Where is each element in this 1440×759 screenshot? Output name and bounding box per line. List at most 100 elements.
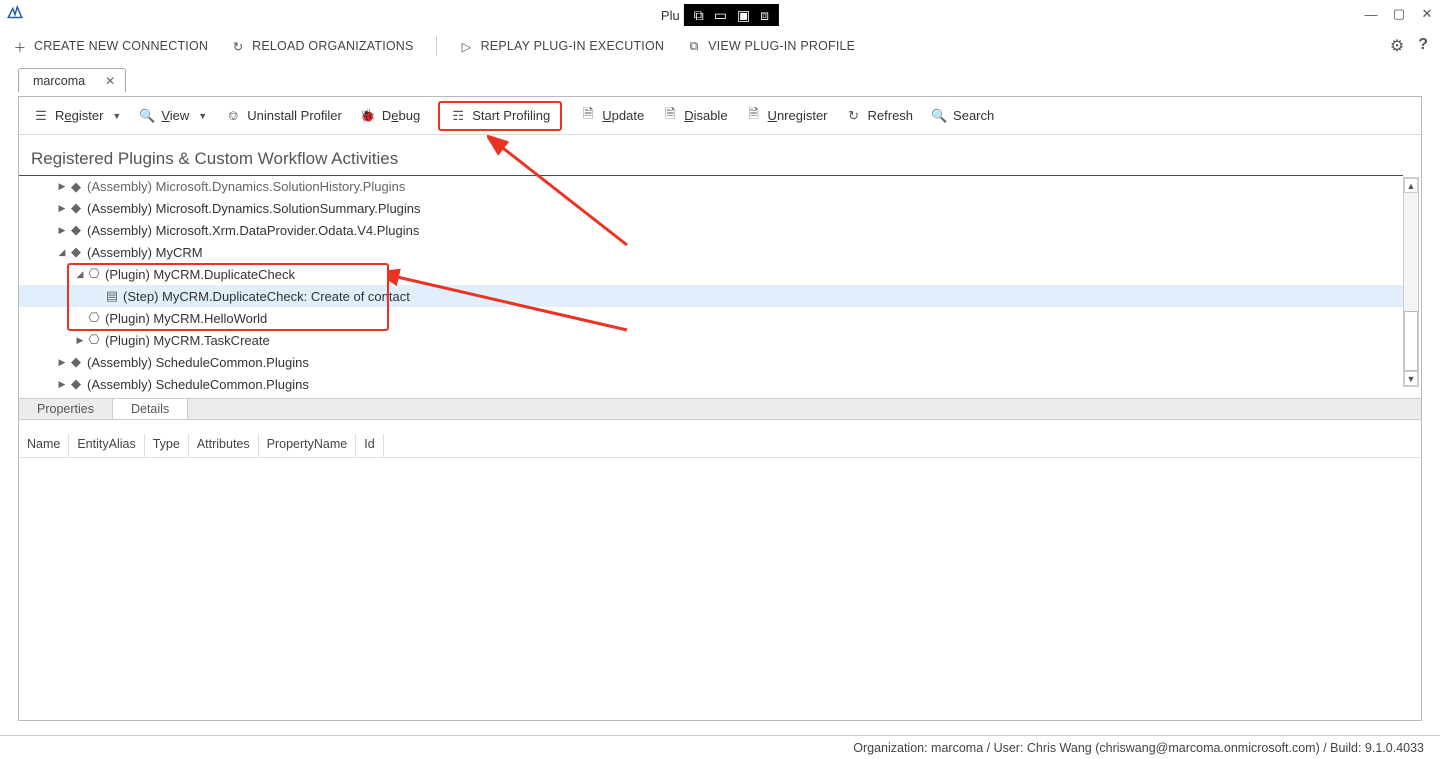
minimize-button[interactable]: — bbox=[1364, 7, 1378, 21]
grid-column-header[interactable]: Name bbox=[19, 434, 69, 457]
uninstall-profiler-label: Uninstall Profiler bbox=[247, 108, 342, 123]
tab-details[interactable]: Details bbox=[113, 399, 188, 419]
view-profile-label: VIEW PLUG-IN PROFILE bbox=[708, 39, 855, 53]
expander-icon[interactable]: ▶ bbox=[57, 203, 67, 214]
expander-icon[interactable]: ▶ bbox=[75, 335, 85, 346]
overlay-icon-4[interactable]: ⧈ bbox=[760, 7, 769, 24]
start-profiling-button[interactable]: ☶ Start Profiling bbox=[438, 101, 562, 131]
assembly-icon: ◆ bbox=[69, 200, 83, 216]
title-text: Plu bbox=[661, 8, 680, 23]
tree-row-label: (Step) MyCRM.DuplicateCheck: Create of c… bbox=[123, 289, 410, 304]
view-icon: 🔍 bbox=[139, 108, 155, 124]
replay-execution-button[interactable]: ▷ REPLAY PLUG-IN EXECUTION bbox=[459, 38, 665, 54]
grid-column-header[interactable]: Type bbox=[145, 434, 189, 457]
tree-row[interactable]: ◢◆ (Assembly) MyCRM bbox=[19, 241, 1403, 263]
secondary-toolbar: ☰ Register ▼ 🔍 View ▼ ⎊ Uninstall Profil… bbox=[19, 97, 1421, 135]
assembly-icon: ◆ bbox=[69, 244, 83, 260]
register-icon: ☰ bbox=[33, 108, 49, 124]
debug-button[interactable]: 🐞 Debug bbox=[360, 108, 420, 124]
recording-overlay: ⧉ ▭ ▣ ⧈ bbox=[684, 4, 779, 26]
plugin-icon: ⎔ bbox=[87, 332, 101, 348]
refresh-button[interactable]: ↻ Refresh bbox=[846, 108, 914, 124]
scroll-thumb[interactable] bbox=[1404, 311, 1418, 371]
expander-icon[interactable]: ▶ bbox=[57, 379, 67, 390]
tree-row-label: (Assembly) ScheduleCommon.Plugins bbox=[87, 355, 309, 370]
uninstall-icon: ⎊ bbox=[225, 108, 241, 124]
unregister-label: Unregister bbox=[768, 108, 828, 123]
step-icon: ▤ bbox=[105, 288, 119, 304]
tree-row-label: (Assembly) MyCRM bbox=[87, 245, 203, 260]
expander-icon[interactable]: ◢ bbox=[75, 269, 85, 280]
grid-column-header[interactable]: Id bbox=[356, 434, 383, 457]
scroll-track[interactable] bbox=[1404, 193, 1418, 371]
profile-icon: ⧉ bbox=[686, 38, 702, 54]
assembly-icon: ◆ bbox=[69, 354, 83, 370]
help-icon[interactable]: ? bbox=[1418, 36, 1428, 56]
reload-icon: ↻ bbox=[230, 38, 246, 54]
settings-icon[interactable]: ⚙ bbox=[1390, 36, 1404, 56]
toolbar-separator bbox=[436, 36, 437, 56]
tree-row-label: (Plugin) MyCRM.DuplicateCheck bbox=[105, 267, 295, 282]
tree-row-label: (Plugin) MyCRM.TaskCreate bbox=[105, 333, 270, 348]
plugin-icon: ⎔ bbox=[87, 266, 101, 282]
document-tab-label: marcoma bbox=[33, 74, 85, 88]
app-logo-icon bbox=[6, 4, 24, 25]
reload-organizations-button[interactable]: ↻ RELOAD ORGANIZATIONS bbox=[230, 38, 413, 54]
expander-icon[interactable]: ▶ bbox=[57, 225, 67, 236]
search-label: Search bbox=[953, 108, 994, 123]
tree-view[interactable]: ▶◆(Assembly) Microsoft.Dynamics.Solution… bbox=[19, 175, 1403, 398]
tree-row[interactable]: ▶◆(Assembly) ScheduleCommon.Plugins bbox=[19, 373, 1403, 395]
tree-row[interactable]: ▶◆(Assembly) Microsoft.Dynamics.Solution… bbox=[19, 175, 1403, 197]
maximize-button[interactable]: ▢ bbox=[1392, 7, 1406, 21]
overlay-icon-1[interactable]: ⧉ bbox=[694, 7, 704, 24]
tree-row[interactable]: ▶⎔ (Plugin) MyCRM.TaskCreate bbox=[19, 329, 1403, 351]
tree-row[interactable]: ▶◆(Assembly) Microsoft.Xrm.DataProvider.… bbox=[19, 219, 1403, 241]
tree-row[interactable]: ▶◆ (Assembly) ScheduleCommon.Plugins bbox=[19, 351, 1403, 373]
unregister-button[interactable]: 🗎 Unregister bbox=[746, 108, 828, 124]
update-button[interactable]: 🗎 Update bbox=[580, 108, 644, 124]
expander-icon[interactable]: ▶ bbox=[57, 181, 67, 192]
overlay-icon-2[interactable]: ▭ bbox=[714, 7, 727, 24]
overlay-icon-3[interactable]: ▣ bbox=[737, 7, 750, 24]
scroll-up-button[interactable]: ▲ bbox=[1404, 178, 1418, 193]
unregister-icon: 🗎 bbox=[746, 108, 762, 124]
update-icon: 🗎 bbox=[580, 108, 596, 124]
reload-organizations-label: RELOAD ORGANIZATIONS bbox=[252, 39, 413, 53]
tab-properties[interactable]: Properties bbox=[19, 399, 113, 419]
main-panel: ☰ Register ▼ 🔍 View ▼ ⎊ Uninstall Profil… bbox=[18, 96, 1422, 721]
tree-row[interactable]: ▤ (Step) MyCRM.DuplicateCheck: Create of … bbox=[19, 285, 1403, 307]
scroll-down-button[interactable]: ▼ bbox=[1404, 371, 1418, 386]
search-button[interactable]: 🔍 Search bbox=[931, 108, 994, 124]
close-button[interactable]: ✕ bbox=[1420, 7, 1434, 21]
tree-row[interactable]: ▶◆(Assembly) Microsoft.Dynamics.Solution… bbox=[19, 197, 1403, 219]
window-title: Plu ⧉ ▭ ▣ ⧈ bbox=[661, 4, 779, 26]
close-tab-icon[interactable]: ✕ bbox=[105, 74, 115, 88]
register-label: Register bbox=[55, 108, 103, 123]
update-label: Update bbox=[602, 108, 644, 123]
tree-row[interactable]: ◢⎔ (Plugin) MyCRM.DuplicateCheck bbox=[19, 263, 1403, 285]
tree-row[interactable]: ⎔(Plugin) MyCRM.HelloWorld bbox=[19, 307, 1403, 329]
expander-icon[interactable]: ◢ bbox=[57, 247, 67, 258]
create-connection-button[interactable]: ＋ CREATE NEW CONNECTION bbox=[12, 38, 208, 54]
view-profile-button[interactable]: ⧉ VIEW PLUG-IN PROFILE bbox=[686, 38, 855, 54]
details-grid: NameEntityAliasTypeAttributesPropertyNam… bbox=[19, 420, 1421, 720]
search-icon: 🔍 bbox=[931, 108, 947, 124]
document-tab[interactable]: marcoma ✕ bbox=[18, 68, 126, 92]
disable-label: Disable bbox=[684, 108, 727, 123]
view-button[interactable]: 🔍 View ▼ bbox=[139, 108, 207, 124]
register-button[interactable]: ☰ Register ▼ bbox=[33, 108, 121, 124]
tree-scrollbar[interactable]: ▲ ▼ bbox=[1403, 177, 1419, 387]
plus-icon: ＋ bbox=[12, 38, 28, 54]
chevron-down-icon: ▼ bbox=[198, 111, 207, 121]
grid-column-header[interactable]: PropertyName bbox=[259, 434, 357, 457]
disable-icon: 🗎 bbox=[662, 108, 678, 124]
document-tab-strip: marcoma ✕ bbox=[0, 66, 1440, 91]
expander-icon[interactable]: ▶ bbox=[57, 357, 67, 368]
disable-button[interactable]: 🗎 Disable bbox=[662, 108, 727, 124]
grid-column-header[interactable]: EntityAlias bbox=[69, 434, 144, 457]
assembly-icon: ◆ bbox=[69, 376, 83, 392]
view-label: View bbox=[161, 108, 189, 123]
grid-column-header[interactable]: Attributes bbox=[189, 434, 259, 457]
uninstall-profiler-button[interactable]: ⎊ Uninstall Profiler bbox=[225, 108, 342, 124]
chevron-down-icon: ▼ bbox=[112, 111, 121, 121]
